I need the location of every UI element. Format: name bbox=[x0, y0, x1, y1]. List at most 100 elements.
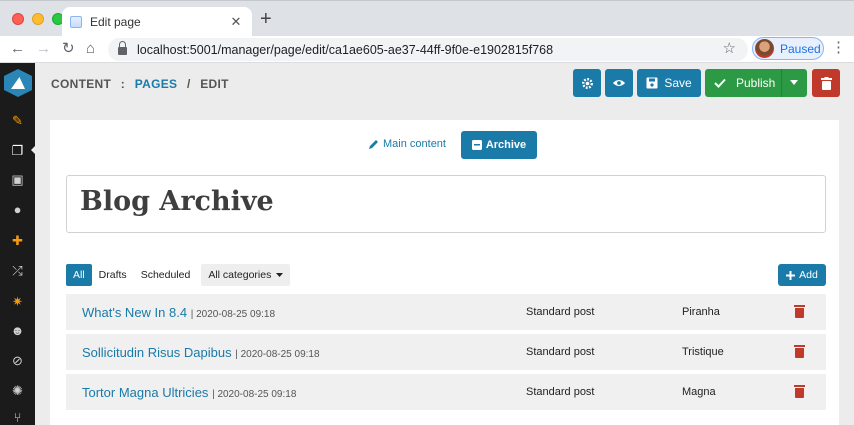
post-category: Tristique bbox=[682, 346, 724, 358]
sidebar-item-users-icon[interactable]: ☻ bbox=[0, 323, 35, 339]
breadcrumb-edit: EDIT bbox=[200, 77, 229, 91]
tab-close-icon[interactable]: ✕ bbox=[228, 14, 244, 30]
sidebar-item-pen-icon[interactable]: ✎ bbox=[0, 113, 35, 129]
home-icon[interactable]: ⌂ bbox=[86, 40, 95, 58]
archive-icon bbox=[471, 140, 482, 150]
profile-status: Paused bbox=[780, 41, 821, 56]
page-header: CONTENT : PAGES / EDIT Save Publish bbox=[35, 63, 854, 105]
sidebar-item-media-icon[interactable]: ▣ bbox=[0, 172, 35, 188]
publish-button[interactable]: Publish bbox=[705, 69, 807, 97]
post-title[interactable]: Tortor Magna Ultricies bbox=[82, 385, 208, 400]
trash-icon[interactable] bbox=[794, 305, 805, 318]
post-title-link[interactable]: Tortor Magna Ultricies | 2020-08-25 09:1… bbox=[82, 385, 296, 400]
caret-down-icon bbox=[276, 273, 284, 277]
filter-drafts[interactable]: Drafts bbox=[92, 264, 134, 286]
address-bar[interactable]: localhost:5001/manager/page/edit/ca1ae60… bbox=[108, 38, 748, 61]
page-favicon-icon bbox=[70, 16, 82, 28]
delete-page-button[interactable] bbox=[812, 69, 840, 97]
settings-button[interactable] bbox=[573, 69, 601, 97]
sidebar-item-wrench-icon[interactable]: ✚ bbox=[0, 233, 35, 249]
post-type: Standard post bbox=[526, 346, 595, 358]
active-item-pointer bbox=[31, 145, 36, 155]
filter-all[interactable]: All bbox=[66, 264, 92, 286]
breadcrumb-separator: / bbox=[186, 77, 191, 91]
save-button-label: Save bbox=[664, 76, 692, 90]
breadcrumb-pages[interactable]: PAGES bbox=[135, 77, 178, 91]
caret-down-icon[interactable] bbox=[790, 80, 798, 85]
sidebar-item-gear-icon[interactable]: ✷ bbox=[0, 294, 35, 310]
browser-tabstrip: Edit page ✕ + bbox=[0, 0, 854, 37]
post-title-link[interactable]: Sollicitudin Risus Dapibus | 2020-08-25 … bbox=[82, 345, 320, 360]
breadcrumb-separator: : bbox=[120, 77, 126, 91]
add-post-button[interactable]: Add bbox=[778, 264, 826, 286]
preview-button[interactable] bbox=[605, 69, 633, 97]
pen-icon bbox=[369, 139, 378, 149]
close-window-button[interactable] bbox=[12, 13, 24, 25]
reload-icon[interactable]: ↻ bbox=[62, 40, 75, 58]
sidebar-item-pages-icon[interactable]: ❐ bbox=[0, 143, 35, 159]
filter-scheduled[interactable]: Scheduled bbox=[134, 264, 198, 286]
post-type: Standard post bbox=[526, 386, 595, 398]
post-title[interactable]: Sollicitudin Risus Dapibus bbox=[82, 345, 232, 360]
check-icon bbox=[714, 78, 726, 88]
categories-dropdown[interactable]: All categories bbox=[201, 264, 291, 286]
url-text: localhost:5001/manager/page/edit/ca1ae60… bbox=[137, 42, 554, 57]
list-item: Tortor Magna Ultricies | 2020-08-25 09:1… bbox=[66, 374, 826, 410]
browser-tab[interactable]: Edit page ✕ bbox=[62, 7, 252, 37]
gear-icon bbox=[581, 77, 593, 89]
tab-archive[interactable]: Archive bbox=[461, 131, 537, 159]
piranha-logo-icon[interactable] bbox=[4, 69, 32, 97]
post-date: | 2020-08-25 09:18 bbox=[235, 349, 320, 360]
tab-main-content-label: Main content bbox=[383, 138, 446, 150]
breadcrumb: CONTENT : PAGES / EDIT bbox=[51, 77, 229, 91]
post-title-link[interactable]: What's New In 8.4 | 2020-08-25 09:18 bbox=[82, 305, 275, 320]
lock-icon bbox=[118, 41, 127, 55]
publish-button-label: Publish bbox=[736, 76, 776, 90]
browser-toolbar: ← → ↻ ⌂ localhost:5001/manager/page/edit… bbox=[0, 36, 854, 63]
back-arrow-icon[interactable]: ← bbox=[10, 40, 25, 58]
profile-button[interactable]: Paused bbox=[752, 37, 824, 60]
tab-archive-label: Archive bbox=[485, 139, 527, 151]
trash-icon bbox=[820, 76, 832, 90]
sidebar-item-shuffle-icon[interactable]: ⤮ bbox=[0, 263, 35, 279]
post-filters: All Drafts Scheduled All categories bbox=[66, 264, 291, 286]
post-list: What's New In 8.4 | 2020-08-25 09:18 Sta… bbox=[66, 294, 826, 414]
sidebar-item-eye-slash-icon[interactable]: ⊘ bbox=[0, 353, 35, 369]
sidebar-item-branch-icon[interactable]: ⑂ bbox=[0, 410, 35, 425]
sidebar: ✎ ❐ ▣ ● ✚ ⤮ ✷ ☻ ⊘ ✺ ⑂ bbox=[0, 63, 36, 425]
bookmark-star-icon[interactable]: ☆ bbox=[723, 39, 736, 57]
list-item: What's New In 8.4 | 2020-08-25 09:18 Sta… bbox=[66, 294, 826, 330]
content-tabs: Main content Archive bbox=[50, 130, 839, 160]
post-category: Magna bbox=[682, 386, 716, 398]
tab-title: Edit page bbox=[90, 15, 141, 29]
save-button[interactable]: Save bbox=[637, 69, 701, 97]
plus-icon bbox=[786, 270, 796, 280]
split-divider bbox=[781, 69, 782, 97]
post-date: | 2020-08-25 09:18 bbox=[212, 389, 297, 400]
post-category: Piranha bbox=[682, 306, 720, 318]
browser-menu-icon[interactable]: ⋮ bbox=[831, 40, 846, 56]
editor-card: Main content Archive Blog Archive All Dr… bbox=[50, 120, 839, 425]
list-item: Sollicitudin Risus Dapibus | 2020-08-25 … bbox=[66, 334, 826, 370]
avatar bbox=[755, 39, 774, 58]
new-tab-button[interactable]: + bbox=[260, 9, 272, 29]
tab-main-content[interactable]: Main content bbox=[368, 138, 446, 150]
sidebar-item-cogs-icon[interactable]: ✺ bbox=[0, 383, 35, 399]
breadcrumb-content[interactable]: CONTENT bbox=[51, 77, 111, 91]
categories-dropdown-label: All categories bbox=[208, 269, 272, 281]
post-date: | 2020-08-25 09:18 bbox=[190, 309, 276, 320]
manager-app: ✎ ❐ ▣ ● ✚ ⤮ ✷ ☻ ⊘ ✺ ⑂ CONTENT : PAGES / … bbox=[0, 63, 854, 425]
window-controls bbox=[12, 13, 64, 25]
post-type: Standard post bbox=[526, 306, 595, 318]
eye-icon bbox=[612, 79, 626, 87]
add-post-label: Add bbox=[799, 269, 818, 281]
save-icon bbox=[646, 77, 658, 89]
post-title[interactable]: What's New In 8.4 bbox=[82, 305, 187, 320]
minimize-window-button[interactable] bbox=[32, 13, 44, 25]
sidebar-item-comments-icon[interactable]: ● bbox=[0, 202, 35, 218]
forward-arrow-icon[interactable]: → bbox=[36, 40, 51, 58]
page-title-field[interactable]: Blog Archive bbox=[66, 175, 826, 233]
page-title: Blog Archive bbox=[80, 186, 274, 217]
trash-icon[interactable] bbox=[794, 385, 805, 398]
trash-icon[interactable] bbox=[794, 345, 805, 358]
